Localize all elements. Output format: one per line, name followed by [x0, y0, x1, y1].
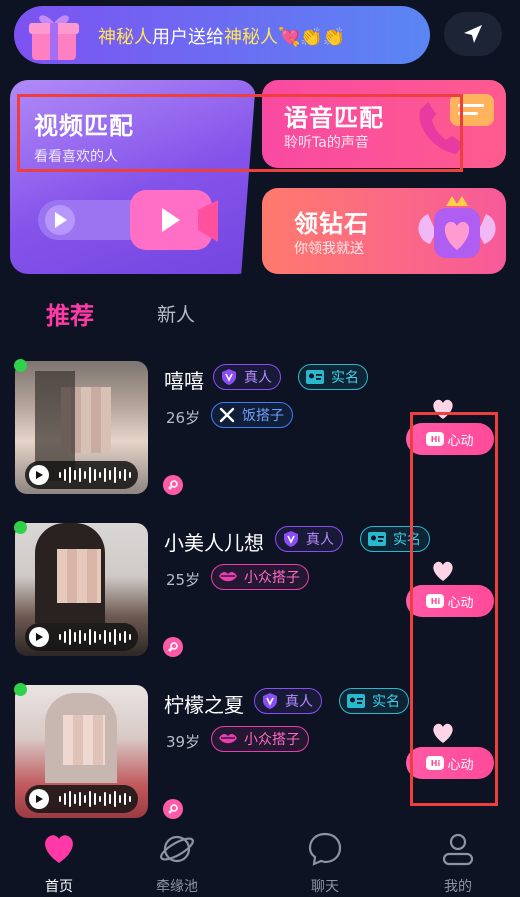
v-shield-icon — [263, 693, 277, 709]
online-indicator — [14, 683, 27, 696]
verified-badge: 实名 — [339, 688, 409, 714]
waveform-icon — [59, 791, 131, 807]
voice-intro-player[interactable] — [25, 785, 138, 813]
user-name: 小美人儿想 — [164, 531, 264, 555]
diamond-subtitle: 你领我就送 — [294, 241, 364, 257]
nav-chat[interactable]: 聊天 — [270, 822, 380, 897]
user-card[interactable]: 小美人儿想 真人 实名 25岁 小众搭子 Hi 心动 — [0, 521, 520, 663]
top-banner[interactable]: 神秘人用户送给神秘人💘👏👏 — [14, 6, 430, 64]
user-age: 39岁 — [166, 733, 201, 751]
verified-badge: 实名 — [298, 364, 368, 390]
real-person-badge: 真人 — [213, 364, 281, 390]
lips-icon — [219, 734, 237, 744]
navigation-arrow-icon — [464, 25, 482, 43]
heart-icon — [45, 835, 73, 863]
user-icon — [442, 833, 474, 866]
video-match-title: 视频匹配 — [34, 112, 134, 140]
banner-text: 神秘人用户送给神秘人💘👏👏 — [98, 27, 346, 48]
id-card-icon — [368, 532, 386, 546]
voice-match-title: 语音匹配 — [284, 104, 384, 132]
planet-icon — [160, 835, 194, 863]
female-icon — [163, 475, 183, 495]
interest-tag: 小众搭子 — [211, 726, 309, 752]
diamond-title: 领钻石 — [294, 210, 369, 238]
interest-tag: 小众搭子 — [211, 564, 309, 590]
verified-badge: 实名 — [360, 526, 430, 552]
nav-pool[interactable]: 牵缘池 — [122, 822, 232, 897]
floating-heart-icon — [433, 723, 453, 743]
clap-emoji: 💘👏👏 — [278, 27, 346, 48]
hi-icon: Hi — [426, 756, 445, 770]
v-shield-icon — [284, 531, 298, 547]
voice-match-subtitle: 聆听Ta的声音 — [284, 135, 369, 151]
location-button[interactable] — [444, 12, 502, 56]
lips-icon — [219, 572, 237, 582]
video-match-card[interactable]: 视频匹配 看看喜欢的人 — [10, 80, 256, 274]
floating-heart-icon — [433, 561, 453, 581]
winged-heart-icon — [418, 196, 496, 258]
tab-recommend[interactable]: 推荐 — [46, 296, 94, 331]
tab-new[interactable]: 新人 — [157, 300, 195, 327]
user-card[interactable]: 柠檬之夏 真人 实名 39岁 小众搭子 Hi 心动 — [0, 683, 520, 825]
voice-match-card[interactable]: 语音匹配 聆听Ta的声音 — [262, 80, 506, 168]
real-person-badge: 真人 — [275, 526, 343, 552]
waveform-icon — [59, 629, 131, 645]
voice-intro-player[interactable] — [25, 461, 138, 489]
diamond-card[interactable]: 领钻石 你领我就送 — [262, 188, 506, 274]
chat-bubble-icon — [308, 832, 342, 866]
user-card[interactable]: 嘻嘻 真人 实名 26岁 饭搭子 Hi 心动 — [0, 359, 520, 501]
play-icon — [29, 465, 49, 485]
bottom-tab-bar: 首页 牵缘池 聊天 我的 — [0, 822, 520, 897]
nav-me[interactable]: 我的 — [403, 822, 513, 897]
hi-icon: Hi — [426, 432, 445, 446]
gift-icon — [29, 15, 79, 60]
utensils-icon — [219, 407, 235, 423]
nav-pool-label: 牵缘池 — [156, 879, 198, 895]
play-icon — [29, 627, 49, 647]
user-name: 嘻嘻 — [164, 369, 204, 393]
interest-tag: 饭搭子 — [211, 402, 293, 428]
online-indicator — [14, 359, 27, 372]
nav-chat-label: 聊天 — [311, 879, 339, 895]
v-shield-icon — [222, 369, 236, 385]
nav-me-label: 我的 — [444, 879, 472, 895]
like-button[interactable]: Hi 心动 — [406, 747, 494, 779]
female-icon — [163, 637, 183, 657]
nav-home-label: 首页 — [45, 879, 73, 895]
female-icon — [163, 799, 183, 819]
waveform-icon — [59, 467, 131, 483]
video-slider-illustration — [38, 190, 218, 250]
user-age: 26岁 — [166, 409, 201, 427]
hi-icon: Hi — [426, 594, 445, 608]
floating-heart-icon — [433, 399, 453, 419]
like-button[interactable]: Hi 心动 — [406, 423, 494, 455]
phone-bubble-icon — [419, 94, 494, 154]
nav-home[interactable]: 首页 — [4, 822, 114, 897]
id-card-icon — [306, 370, 324, 384]
id-card-icon — [347, 694, 365, 708]
online-indicator — [14, 521, 27, 534]
like-button[interactable]: Hi 心动 — [406, 585, 494, 617]
real-person-badge: 真人 — [254, 688, 322, 714]
voice-intro-player[interactable] — [25, 623, 138, 651]
user-age: 25岁 — [166, 571, 201, 589]
user-name: 柠檬之夏 — [164, 693, 244, 717]
video-match-subtitle: 看看喜欢的人 — [34, 149, 118, 165]
play-icon — [29, 789, 49, 809]
